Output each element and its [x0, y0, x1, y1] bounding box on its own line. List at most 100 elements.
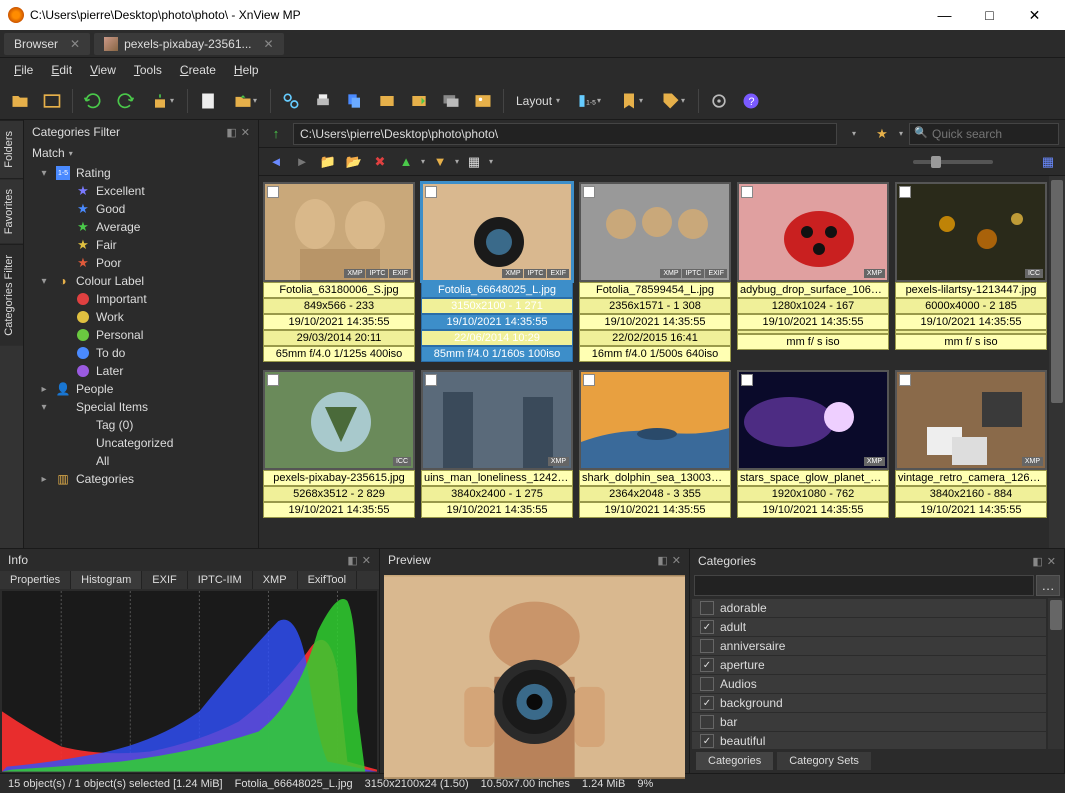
category-checkbox[interactable]	[700, 639, 714, 653]
info-tab-histogram[interactable]: Histogram	[71, 571, 142, 589]
category-item-audios[interactable]: Audios	[692, 675, 1046, 693]
thumb-image[interactable]: XMPIPTCEXIF	[421, 182, 573, 282]
tab-categories[interactable]: Categories	[696, 752, 773, 770]
thumb-image[interactable]: XMP	[421, 370, 573, 470]
open-folder-button[interactable]: 📁	[317, 151, 339, 173]
print-button[interactable]	[309, 87, 337, 115]
thumb-cell[interactable]: XMPIPTCEXIF Fotolia_63180006_S.jpg 849x5…	[263, 182, 415, 362]
thumb-cell[interactable]: XMPIPTCEXIF Fotolia_66648025_L.jpg 3150x…	[421, 182, 573, 362]
close-icon[interactable]: ✕	[70, 37, 80, 51]
maximize-button[interactable]: □	[967, 0, 1012, 30]
tree-item-categories[interactable]: ▸▥Categories	[24, 470, 258, 488]
thumb-image[interactable]: XMP	[737, 182, 889, 282]
category-item-adorable[interactable]: adorable	[692, 599, 1046, 617]
thumb-cell[interactable]: XMP stars_space_glow_planet_99... 1920x1…	[737, 370, 889, 518]
menu-file[interactable]: File	[6, 61, 41, 79]
thumb-cell[interactable]: ICC pexels-pixabay-235615.jpg 5268x3512 …	[263, 370, 415, 518]
tree-item-fair[interactable]: ★Fair	[24, 236, 258, 254]
convert-button[interactable]	[373, 87, 401, 115]
info-tab-exiftool[interactable]: ExifTool	[298, 571, 358, 589]
thumb-cell[interactable]: XMP vintage_retro_camera_1265... 3840x21…	[895, 370, 1047, 518]
thumb-checkbox[interactable]	[741, 186, 753, 198]
category-checkbox[interactable]: ✓	[700, 658, 714, 672]
thumb-checkbox[interactable]	[583, 186, 595, 198]
thumb-image[interactable]: ICC	[263, 370, 415, 470]
quick-search-input[interactable]	[909, 123, 1059, 145]
category-item-background[interactable]: ✓background	[692, 694, 1046, 712]
sidetab-categories-filter[interactable]: Categories Filter	[0, 244, 23, 346]
thumb-checkbox[interactable]	[899, 374, 911, 386]
sort-button[interactable]: 1-5▾	[570, 87, 608, 115]
thumb-image[interactable]: XMPIPTCEXIF	[263, 182, 415, 282]
copy-button[interactable]	[341, 87, 369, 115]
fullscreen-button[interactable]	[38, 87, 66, 115]
settings-button[interactable]	[705, 87, 733, 115]
tag-dropdown[interactable]: ▾	[654, 87, 692, 115]
thumb-image[interactable]	[579, 370, 731, 470]
category-checkbox[interactable]: ✓	[700, 620, 714, 634]
category-checkbox[interactable]	[700, 601, 714, 615]
grid-toggle-icon[interactable]: ▦	[1037, 151, 1059, 173]
image-button[interactable]	[469, 87, 497, 115]
thumb-cell[interactable]: XMPIPTCEXIF Fotolia_78599454_L.jpg 2356x…	[579, 182, 731, 362]
thumb-image[interactable]: XMP	[737, 370, 889, 470]
open-button[interactable]	[6, 87, 34, 115]
tree-item-to-do[interactable]: To do	[24, 344, 258, 362]
tree-item-colour-label[interactable]: ▾◑Colour Label	[24, 272, 258, 290]
tab-image[interactable]: pexels-pixabay-23561... ✕	[94, 33, 283, 55]
close-panel-icon[interactable]: ✕	[672, 554, 681, 567]
rotate-button[interactable]: ▾	[143, 87, 181, 115]
category-item-beautiful[interactable]: ✓beautiful	[692, 732, 1046, 749]
up-arrow-icon[interactable]: ↑	[265, 123, 287, 145]
tree-item-uncategorized[interactable]: Uncategorized	[24, 434, 258, 452]
float-icon[interactable]: ◧	[1032, 555, 1042, 568]
folder-up-button[interactable]: ▾	[226, 87, 264, 115]
thumb-checkbox[interactable]	[425, 374, 437, 386]
tree-item-later[interactable]: Later	[24, 362, 258, 380]
back-button[interactable]: ◄	[265, 151, 287, 173]
help-button[interactable]: ?	[737, 87, 765, 115]
thumb-image[interactable]: XMPIPTCEXIF	[579, 182, 731, 282]
tree-item-average[interactable]: ★Average	[24, 218, 258, 236]
float-icon[interactable]: ◧	[657, 554, 667, 567]
thumb-cell[interactable]: XMP adybug_drop_surface_1062... 1280x102…	[737, 182, 889, 362]
category-checkbox[interactable]: ✓	[700, 696, 714, 710]
slideshow-button[interactable]	[437, 87, 465, 115]
bookmarks-button[interactable]: ▾	[612, 87, 650, 115]
menu-help[interactable]: Help	[226, 61, 267, 79]
thumb-image[interactable]: ICC	[895, 182, 1047, 282]
float-icon[interactable]: ◧	[226, 126, 236, 139]
info-tab-iptc-iim[interactable]: IPTC-IIM	[188, 571, 253, 589]
export-button[interactable]	[405, 87, 433, 115]
menu-edit[interactable]: Edit	[43, 61, 80, 79]
info-tab-xmp[interactable]: XMP	[253, 571, 298, 589]
tree-item-tag-0-[interactable]: Tag (0)	[24, 416, 258, 434]
tree-item-special-items[interactable]: ▾Special Items	[24, 398, 258, 416]
category-item-bar[interactable]: bar	[692, 713, 1046, 731]
path-dropdown-icon[interactable]: ▾	[843, 123, 865, 145]
tab-category-sets[interactable]: Category Sets	[777, 752, 871, 770]
new-folder-button[interactable]: 📂	[343, 151, 365, 173]
match-dropdown[interactable]: Match ▾	[24, 144, 258, 162]
info-tab-exif[interactable]: EXIF	[142, 571, 187, 589]
star-icon[interactable]: ★	[871, 123, 893, 145]
category-checkbox[interactable]	[700, 677, 714, 691]
view-thumbs-button[interactable]: ▦	[463, 151, 485, 173]
thumb-image[interactable]: XMP	[895, 370, 1047, 470]
category-item-anniversaire[interactable]: anniversaire	[692, 637, 1046, 655]
thumb-cell[interactable]: shark_dolphin_sea_130036_... 2364x2048 -…	[579, 370, 731, 518]
tree-item-all[interactable]: All	[24, 452, 258, 470]
category-item-aperture[interactable]: ✓aperture	[692, 656, 1046, 674]
thumb-size-slider[interactable]	[497, 160, 1033, 164]
scrollbar[interactable]	[1049, 176, 1065, 548]
filter-button[interactable]: ▼	[429, 151, 451, 173]
tree-item-work[interactable]: Work	[24, 308, 258, 326]
search-button[interactable]	[277, 87, 305, 115]
refresh-ccw-button[interactable]	[79, 87, 107, 115]
star-dropdown[interactable]: ▾	[899, 129, 903, 138]
refresh-cw-button[interactable]	[111, 87, 139, 115]
tab-browser[interactable]: Browser ✕	[4, 33, 90, 55]
tree-item-personal[interactable]: Personal	[24, 326, 258, 344]
thumb-checkbox[interactable]	[267, 186, 279, 198]
close-panel-icon[interactable]: ✕	[1047, 555, 1056, 568]
